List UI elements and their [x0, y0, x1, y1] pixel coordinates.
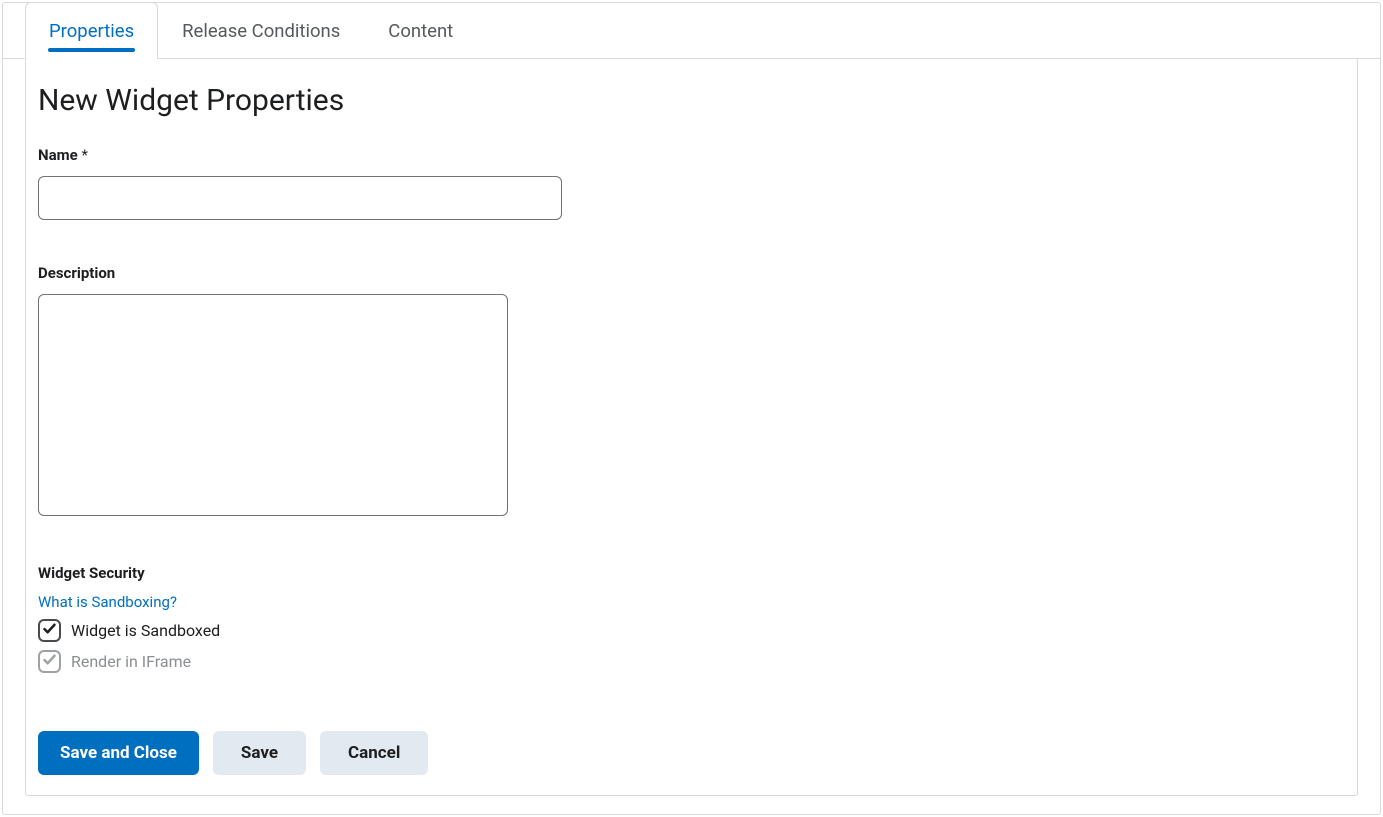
name-input[interactable]	[38, 176, 562, 220]
iframe-checkbox	[38, 650, 61, 673]
tabs-filler	[477, 2, 1380, 59]
sandboxed-checkbox[interactable]	[38, 619, 61, 642]
properties-panel: New Widget Properties Name * Description…	[25, 58, 1358, 796]
page-container: Properties Release Conditions Content Ne…	[2, 2, 1381, 815]
sandboxed-label: Widget is Sandboxed	[71, 621, 220, 640]
iframe-row: Render in IFrame	[38, 650, 1345, 673]
checkmark-icon	[42, 621, 57, 640]
save-button[interactable]: Save	[213, 731, 306, 775]
save-and-close-button[interactable]: Save and Close	[38, 731, 199, 775]
sandboxed-row: Widget is Sandboxed	[38, 619, 1345, 642]
description-label: Description	[38, 264, 1345, 282]
tab-release-conditions[interactable]: Release Conditions	[158, 2, 364, 59]
cancel-button[interactable]: Cancel	[320, 731, 428, 775]
tab-properties[interactable]: Properties	[25, 2, 158, 59]
name-label: Name *	[38, 146, 1345, 164]
button-bar: Save and Close Save Cancel	[38, 731, 1345, 775]
iframe-label: Render in IFrame	[71, 652, 191, 671]
tab-content[interactable]: Content	[364, 2, 477, 59]
sandboxing-help-link[interactable]: What is Sandboxing?	[38, 593, 177, 611]
page-title: New Widget Properties	[38, 83, 1345, 118]
widget-security-title: Widget Security	[38, 564, 1345, 582]
tab-bar: Properties Release Conditions Content	[3, 2, 1380, 59]
required-marker: *	[81, 146, 87, 164]
description-textarea[interactable]	[38, 294, 508, 516]
name-label-text: Name	[38, 146, 78, 164]
checkmark-icon	[42, 652, 57, 671]
